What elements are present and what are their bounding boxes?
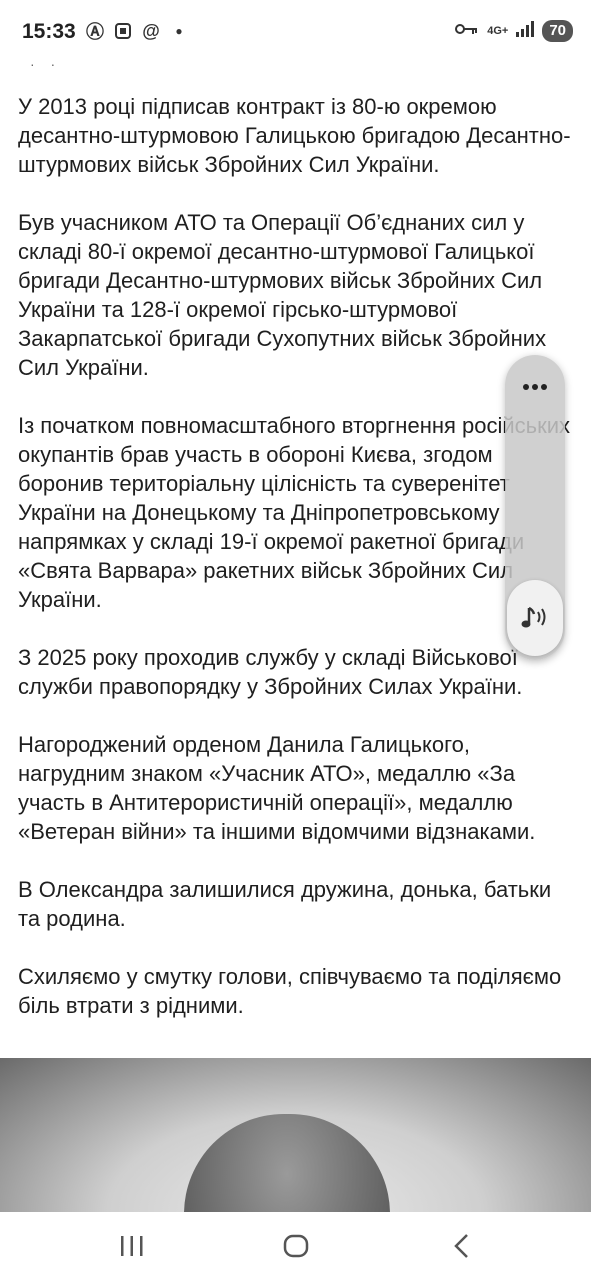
article-paragraph: Із початком повномасштабного вторгнення …: [18, 413, 571, 612]
portrait-photo: [0, 1058, 591, 1212]
anarchy-app-icon: Ⓐ: [86, 22, 104, 42]
at-sign-icon: @: [142, 20, 160, 41]
text-fragment-top: · ·: [30, 56, 62, 72]
more-horizontal-icon: [523, 384, 547, 390]
floating-side-panel[interactable]: [505, 355, 565, 660]
audio-playback-button[interactable]: [507, 580, 563, 656]
home-button[interactable]: [266, 1226, 326, 1266]
more-button[interactable]: [505, 367, 565, 407]
article-paragraph: Схиляємо у смутку голови, співчуваємо та…: [18, 964, 562, 1018]
article-paragraph: В Олександра залишилися дружина, донька,…: [18, 877, 552, 931]
back-button[interactable]: [432, 1226, 492, 1266]
battery-indicator: 70: [542, 20, 573, 42]
recents-icon: [121, 1236, 143, 1256]
article-body: У 2013 році підписав контракт із 80-ю ок…: [18, 92, 574, 1049]
music-note-sound-icon: [521, 606, 546, 628]
article-paragraph: З 2025 року проходив службу у складі Вій…: [18, 645, 523, 699]
article-paragraph: Був учасником АТО та Операції Об’єднаних…: [18, 210, 547, 380]
key-icon: [455, 22, 479, 41]
status-time: 15:33: [22, 20, 76, 43]
notification-icons: Ⓐ @ ●: [84, 20, 190, 43]
signal-icon: [516, 20, 535, 42]
home-icon: [283, 1234, 309, 1258]
system-icons: 4G+ 70: [455, 20, 573, 42]
navigation-bar: [0, 1212, 591, 1280]
article-paragraph: У 2013 році підписав контракт із 80-ю ок…: [18, 94, 571, 177]
portrait-head: [184, 1114, 390, 1212]
recents-button[interactable]: [102, 1226, 162, 1266]
screenshot-icon: [112, 20, 134, 42]
article-paragraph: Нагороджений орденом Данила Галицького, …: [18, 732, 536, 844]
dot-icon: ●: [175, 24, 183, 38]
back-icon: [454, 1234, 468, 1258]
status-bar: 15:33 Ⓐ @ ● 4G+ 70: [0, 0, 591, 66]
network-type: 4G+: [487, 24, 509, 37]
